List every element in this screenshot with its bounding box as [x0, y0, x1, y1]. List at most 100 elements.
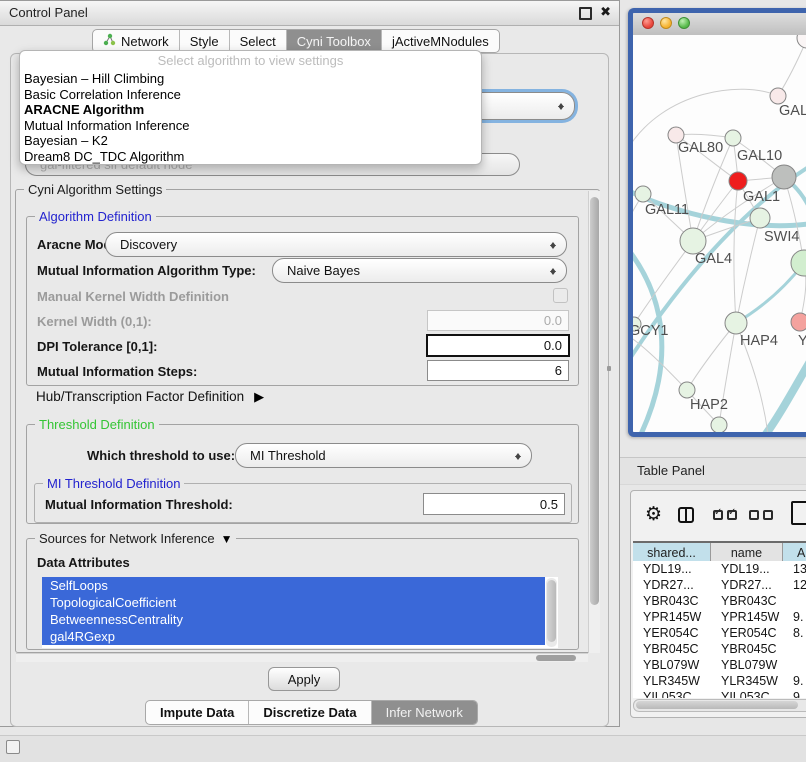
column-header-shared-name[interactable]: shared... — [633, 543, 711, 563]
settings-horizontal-scrollbar[interactable] — [16, 653, 588, 662]
tab-network[interactable]: Network — [93, 30, 180, 52]
panel-splitter-handle[interactable] — [607, 366, 611, 371]
select-all-icon[interactable] — [713, 510, 723, 520]
mi-threshold-group: MI Threshold Definition Mutual Informati… — [34, 483, 572, 523]
cyni-bottom-tabs: Impute Data Discretize Data Infer Networ… — [145, 700, 478, 725]
table-row[interactable]: YIL053C YIL053C 9. — [633, 689, 806, 698]
svg-text:GAL80: GAL80 — [678, 140, 723, 156]
list-item[interactable]: gal4RGexp — [42, 628, 545, 645]
svg-text:Y: Y — [798, 333, 806, 349]
mi-steps-field[interactable] — [427, 360, 569, 381]
combo-stepper-icon — [558, 100, 565, 113]
mac-zoom-button[interactable] — [678, 17, 690, 29]
network-node-selected-red[interactable] — [729, 172, 747, 190]
float-window-icon[interactable] — [579, 7, 592, 20]
list-item[interactable]: SelfLoops — [42, 577, 545, 594]
svg-text:GCY1: GCY1 — [633, 323, 669, 339]
popup-item-selected[interactable]: ARACNE Algorithm — [20, 102, 481, 118]
network-node-salmon[interactable] — [791, 313, 806, 331]
mi-type-label: Mutual Information Algorithm Type: — [37, 263, 256, 278]
threshold-definition-group: Threshold Definition Which threshold to … — [26, 424, 579, 524]
svg-text:HAP4: HAP4 — [740, 333, 778, 349]
split-panel-icon[interactable] — [678, 507, 694, 523]
table-row[interactable]: YBR045C YBR045C — [633, 641, 806, 657]
popup-item[interactable]: Dream8 DC_TDC Algorithm — [20, 149, 481, 165]
list-item[interactable]: BetweennessCentrality — [42, 611, 545, 628]
gear-icon[interactable]: ⚙ — [645, 503, 662, 526]
tab-style[interactable]: Style — [180, 30, 230, 52]
collapsed-arrow-icon: ▶ — [254, 389, 264, 404]
cyni-algorithm-settings-group: Cyni Algorithm Settings Algorithm Defini… — [15, 189, 600, 653]
combo-stepper-icon — [550, 265, 557, 278]
manual-kernel-label: Manual Kernel Width Definition — [37, 289, 229, 304]
column-header-next[interactable]: A — [783, 543, 806, 563]
network-window-titlebar — [633, 13, 806, 36]
dpi-tolerance-field[interactable] — [426, 334, 570, 357]
table-row[interactable]: YLR345W YLR345W 9. — [633, 673, 806, 689]
mac-minimize-button[interactable] — [660, 17, 672, 29]
aracne-mode-combobox[interactable]: Discovery — [105, 232, 567, 257]
network-view-window: GAL GAL80 GAL10 GAL11 GAL1 SWI4 GAL4 GCY… — [628, 8, 806, 437]
status-strip — [0, 735, 806, 762]
table-panel-title: Table Panel — [637, 463, 705, 478]
popup-item[interactable]: Basic Correlation Inference — [20, 87, 481, 103]
tab-cyni-toolbox[interactable]: Cyni Toolbox — [287, 30, 382, 52]
screen: Control Panel ✖ Network Style — [0, 0, 806, 762]
tab-discretize-data[interactable]: Discretize Data — [249, 701, 371, 724]
network-icon — [103, 33, 116, 49]
mi-threshold-label: Mutual Information Threshold: — [45, 497, 233, 512]
mi-steps-label: Mutual Information Steps: — [37, 364, 197, 379]
table-row[interactable]: YBL079W YBL079W — [633, 657, 806, 673]
network-node-green-bright[interactable] — [791, 250, 806, 276]
svg-text:GAL10: GAL10 — [737, 148, 782, 164]
tab-impute-data[interactable]: Impute Data — [146, 701, 249, 724]
mi-threshold-title: MI Threshold Definition — [43, 476, 184, 491]
deselect-all-icon — [763, 510, 773, 520]
document-icon[interactable] — [791, 501, 806, 525]
sources-title[interactable]: Sources for Network Inference▼ — [35, 531, 236, 546]
tab-jactivemnodules[interactable]: jActiveMNodules — [382, 30, 499, 52]
apply-button[interactable]: Apply — [268, 667, 340, 691]
list-item[interactable]: TopologicalCoefficient — [42, 594, 545, 611]
kernel-width-field[interactable] — [427, 310, 569, 331]
hub-definition-toggle[interactable]: Hub/Transcription Factor Definition▶ — [36, 389, 264, 405]
table-row[interactable]: YDR27... YDR27... 12 — [633, 577, 806, 593]
tab-infer-network[interactable]: Infer Network — [372, 701, 477, 724]
control-panel-title: Control Panel — [9, 5, 88, 20]
network-node-white[interactable] — [797, 35, 806, 48]
column-header-name[interactable]: name — [711, 543, 783, 563]
tab-select[interactable]: Select — [230, 30, 287, 52]
algorithm-selection-popup: Select algorithm to view settings Bayesi… — [19, 50, 482, 165]
table-row[interactable]: YPR145W YPR145W 9. — [633, 609, 806, 625]
mac-close-button[interactable] — [642, 17, 654, 29]
list-scrollbar[interactable] — [546, 578, 557, 647]
close-icon[interactable]: ✖ — [600, 4, 611, 20]
data-attributes-list[interactable]: SelfLoops TopologicalCoefficient Between… — [42, 577, 558, 648]
which-threshold-combobox[interactable]: MI Threshold — [235, 443, 532, 468]
dpi-tolerance-label: DPI Tolerance [0,1]: — [37, 339, 157, 354]
table-horizontal-scrollbar[interactable] — [633, 699, 806, 712]
table-toolbar: ⚙ — [631, 491, 806, 539]
kernel-width-label: Kernel Width (0,1): — [37, 314, 152, 329]
table-panel-titlebar: Table Panel — [620, 457, 806, 485]
data-attributes-label: Data Attributes — [37, 555, 130, 570]
which-threshold-label: Which threshold to use: — [87, 448, 235, 463]
popup-item[interactable]: Bayesian – Hill Climbing — [20, 71, 481, 87]
network-canvas[interactable]: GAL GAL80 GAL10 GAL11 GAL1 SWI4 GAL4 GCY… — [633, 35, 806, 432]
collapsed-panel-icon[interactable] — [6, 740, 20, 754]
settings-vertical-scrollbar[interactable] — [588, 191, 600, 653]
manual-kernel-checkbox[interactable] — [553, 288, 568, 303]
table-row[interactable]: YER054C YER054C 8. — [633, 625, 806, 641]
threshold-definition-title: Threshold Definition — [35, 417, 159, 432]
svg-text:GAL4: GAL4 — [695, 251, 732, 267]
popup-item[interactable]: Mutual Information Inference — [20, 118, 481, 134]
select-all-icon — [727, 510, 737, 520]
table-row[interactable]: YDL19... YDL19... 13 — [633, 561, 806, 577]
mi-type-combobox[interactable]: Naive Bayes — [272, 258, 567, 283]
mi-threshold-field[interactable] — [423, 493, 565, 515]
network-node-gray[interactable] — [772, 165, 796, 189]
deselect-all-icon[interactable] — [749, 510, 759, 520]
popup-item[interactable]: Bayesian – K2 — [20, 133, 481, 149]
network-nodes-green[interactable] — [633, 130, 770, 432]
table-row[interactable]: YBR043C YBR043C — [633, 593, 806, 609]
